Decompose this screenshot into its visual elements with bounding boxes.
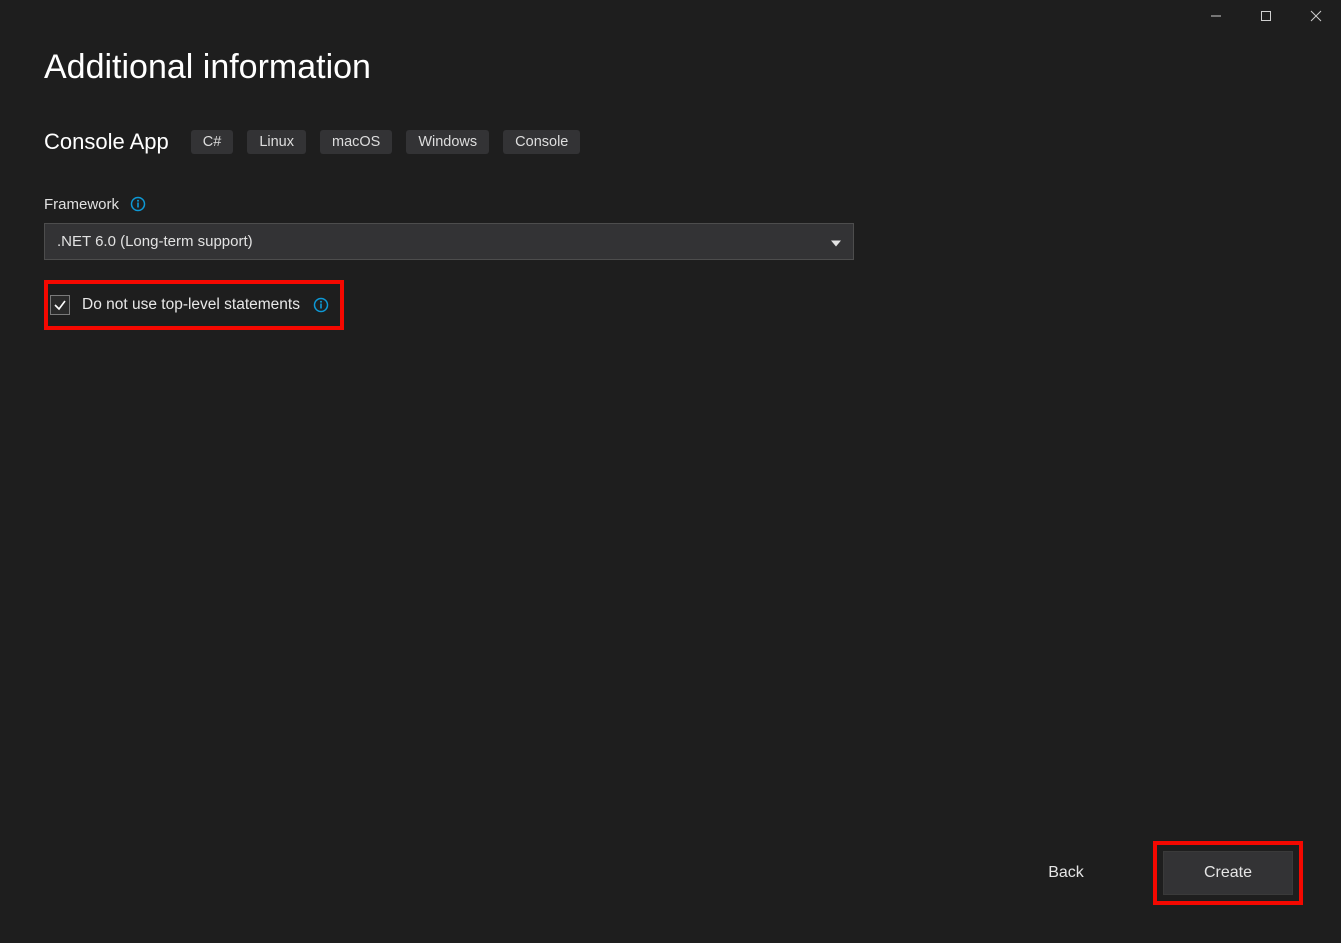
project-template-row: Console App C# Linux macOS Windows Conso… xyxy=(44,129,1297,155)
tag-windows: Windows xyxy=(406,130,489,154)
check-icon xyxy=(53,298,67,312)
tag-csharp: C# xyxy=(191,130,234,154)
tag-linux: Linux xyxy=(247,130,306,154)
info-icon xyxy=(130,196,146,212)
info-icon xyxy=(313,297,329,313)
framework-label-row: Framework xyxy=(44,195,1297,213)
framework-select[interactable]: .NET 6.0 (Long-term support) xyxy=(44,223,854,260)
project-template-tags: C# Linux macOS Windows Console xyxy=(191,130,581,154)
create-button[interactable]: Create xyxy=(1163,851,1293,895)
back-button[interactable]: Back xyxy=(1001,851,1131,895)
framework-selected-value: .NET 6.0 (Long-term support) xyxy=(57,233,253,250)
back-button-label: Back xyxy=(1048,864,1084,882)
top-level-statements-checkbox[interactable] xyxy=(50,295,70,315)
create-button-wrap: Create xyxy=(1159,847,1297,899)
page-title: Additional information xyxy=(44,48,1297,87)
top-level-statements-label: Do not use top-level statements xyxy=(82,296,300,314)
wizard-footer: Back Create xyxy=(1001,847,1297,899)
top-level-statements-row: Do not use top-level statements xyxy=(44,280,344,330)
framework-label: Framework xyxy=(44,196,119,213)
chevron-down-icon xyxy=(831,233,841,250)
wizard-page: Additional information Console App C# Li… xyxy=(0,0,1341,943)
tag-macos: macOS xyxy=(320,130,392,154)
framework-info-button[interactable] xyxy=(129,195,147,213)
project-template-name: Console App xyxy=(44,129,169,155)
tag-console: Console xyxy=(503,130,580,154)
top-level-statements-info-button[interactable] xyxy=(312,296,330,314)
create-button-label: Create xyxy=(1204,864,1252,882)
